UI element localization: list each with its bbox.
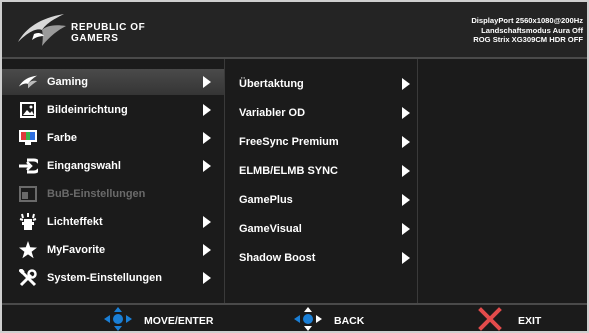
menu-item-system-einstellungen[interactable]: System-Einstellungen: [2, 265, 224, 291]
move-enter-label: MOVE/ENTER: [144, 315, 214, 327]
chevron-right-icon: [203, 216, 211, 228]
color-icon: [18, 129, 38, 147]
chevron-right-icon: [402, 165, 410, 177]
submenu-item-label: GameVisual: [239, 223, 302, 235]
submenu-item-gamevisual[interactable]: GameVisual: [225, 215, 417, 241]
chevron-right-icon: [402, 136, 410, 148]
back-label: BACK: [334, 315, 365, 327]
chevron-right-icon: [203, 160, 211, 172]
chevron-right-icon: [203, 104, 211, 116]
submenu-item-variabler-od[interactable]: Variabler OD: [225, 99, 417, 125]
chevron-right-icon: [402, 223, 410, 235]
brand-line-2: GAMERS: [71, 33, 119, 44]
submenu-item-shadow-boost[interactable]: Shadow Boost: [225, 244, 417, 270]
status-line-1: DisplayPort 2560x1080@200Hz: [471, 16, 583, 25]
light-icon: [18, 213, 38, 231]
exit-button[interactable]: EXIT: [478, 305, 558, 331]
status-line-2: Landschaftsmodus Aura Off: [481, 25, 583, 35]
pip-icon: [18, 185, 38, 203]
menu-item-bub-einstellungen: BuB-Einstellungen: [2, 181, 224, 207]
rog-logo: [18, 14, 66, 46]
submenu-item-label: Übertaktung: [239, 78, 304, 90]
joystick-back-icon: [294, 307, 322, 331]
menu-item-bildeinrichtung[interactable]: Bildeinrichtung: [2, 97, 224, 123]
menu-item-label: BuB-Einstellungen: [47, 188, 146, 200]
menu-item-gaming[interactable]: Gaming: [2, 69, 224, 95]
menu-item-label: Bildeinrichtung: [47, 104, 128, 116]
menu-item-label: MyFavorite: [47, 244, 106, 256]
menu-item-label: Eingangswahl: [47, 160, 121, 172]
submenu-item-freesync-premium[interactable]: FreeSync Premium: [225, 128, 417, 154]
submenu-item-label: FreeSync Premium: [239, 136, 339, 148]
menu-item-eingangswahl[interactable]: Eingangswahl: [2, 153, 224, 179]
brand-text: REPUBLIC OF GAMERS: [71, 22, 145, 44]
submenu-item-uebertaktung[interactable]: Übertaktung: [225, 70, 417, 96]
chevron-right-icon: [402, 194, 410, 206]
menu-item-myfavorite[interactable]: MyFavorite: [2, 237, 224, 263]
menu-item-label: Gaming: [47, 76, 88, 88]
osd-header: REPUBLIC OF GAMERS DisplayPort 2560x1080…: [2, 2, 587, 59]
chevron-right-icon: [203, 76, 211, 88]
back-button[interactable]: BACK: [292, 305, 382, 331]
menu-item-farbe[interactable]: Farbe: [2, 125, 224, 151]
close-icon: [478, 307, 502, 331]
joystick-move-icon: [104, 307, 132, 331]
chevron-right-icon: [402, 78, 410, 90]
chevron-right-icon: [203, 272, 211, 284]
submenu-item-gameplus[interactable]: GamePlus: [225, 186, 417, 212]
menu-item-label: Lichteffekt: [47, 216, 103, 228]
sub-menu: Übertaktung Variabler OD FreeSync Premiu…: [224, 59, 417, 303]
menu-item-label: Farbe: [47, 132, 77, 144]
brand-line-1: REPUBLIC OF: [71, 22, 146, 33]
chevron-right-icon: [203, 132, 211, 144]
tools-icon: [18, 269, 38, 287]
move-enter-button[interactable]: MOVE/ENTER: [102, 305, 232, 331]
status-line-3: ROG Strix XG309CM HDR OFF: [473, 35, 583, 45]
star-icon: [18, 241, 38, 259]
submenu-item-label: Variabler OD: [239, 107, 306, 119]
input-icon: [18, 157, 38, 175]
chevron-right-icon: [203, 244, 211, 256]
osd-menu: REPUBLIC OF GAMERS DisplayPort 2560x1080…: [0, 0, 589, 333]
status-info: DisplayPort 2560x1080@200Hz Landschaftsm…: [471, 16, 583, 45]
main-menu: Gaming Bildeinrichtung Farbe Eingangswah…: [2, 59, 224, 303]
chevron-right-icon: [402, 107, 410, 119]
chevron-right-icon: [402, 252, 410, 264]
picture-icon: [18, 101, 38, 119]
exit-label: EXIT: [518, 315, 542, 327]
menu-item-lichteffekt[interactable]: Lichteffekt: [2, 209, 224, 235]
submenu-item-elmb-sync[interactable]: ELMB/ELMB SYNC: [225, 157, 417, 183]
value-panel: [417, 59, 587, 303]
menu-item-label: System-Einstellungen: [47, 272, 162, 284]
osd-footer: MOVE/ENTER BACK EXIT: [2, 303, 587, 331]
rog-eye-icon: [18, 73, 38, 91]
submenu-item-label: GamePlus: [239, 194, 293, 206]
submenu-item-label: Shadow Boost: [239, 252, 316, 264]
submenu-item-label: ELMB/ELMB SYNC: [239, 165, 338, 177]
